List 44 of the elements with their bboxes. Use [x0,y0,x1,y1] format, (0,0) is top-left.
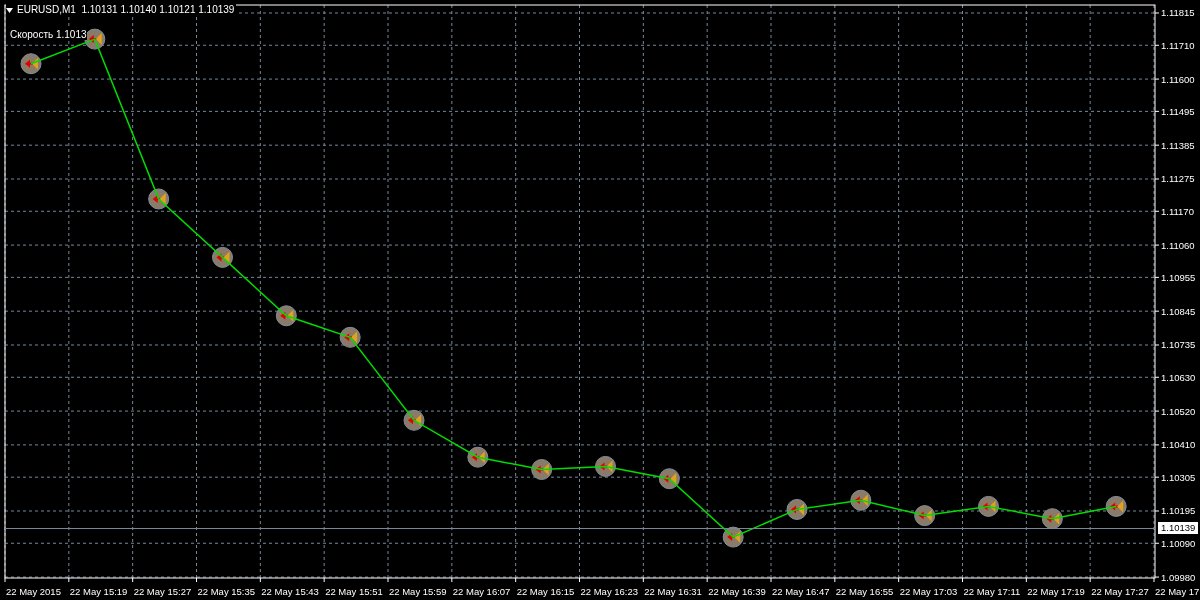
price-axis-label: 1.10630 [1161,371,1196,383]
time-axis-label: 22 May 15:43 [261,586,319,597]
time-axis-label: 22 May 16:15 [516,586,575,597]
price-axis-label: 1.11060 [1161,239,1195,251]
time-axis-label: 22 May 16:23 [580,586,639,597]
trade-signal-marker [20,53,42,75]
time-axis-label: 22 May 2015 [6,586,61,597]
trade-signal-marker [658,468,680,490]
current-price-label: 1.10139 [1158,522,1199,535]
price-axis-label: 1.10090 [1161,537,1196,549]
indicator-label: Скорость 1.1013 [10,29,87,40]
time-axis-label: 22 May 15:19 [69,586,128,597]
price-axis-label: 1.11275 [1161,173,1195,185]
time-axis-label: 22 May 15:51 [325,586,383,597]
time-axis-label: 22 May 16:47 [772,586,830,597]
time-axis-label: 22 May 17:03 [899,586,958,597]
dropdown-triangle-icon[interactable] [6,7,13,13]
time-axis-label: 22 May 17 [1155,586,1200,597]
time-axis-label: 22 May 16:31 [644,586,702,597]
price-axis-label: 1.10955 [1161,271,1196,283]
price-axis-label: 1.11600 [1161,73,1195,85]
time-axis-label: 22 May 16:07 [452,586,511,597]
price-axis-label: 1.10410 [1161,439,1196,451]
price-axis-label: 1.11815 [1161,7,1195,19]
time-axis-label: 22 May 17:11 [963,586,1021,597]
price-axis-label: 1.10735 [1161,339,1196,351]
time-axis-label: 22 May 16:39 [708,586,766,597]
time-axis-label: 22 May 15:27 [133,586,192,597]
trade-signal-marker [148,188,170,210]
price-axis-label: 1.10845 [1161,305,1196,317]
time-axis-label: 22 May 17:19 [1027,586,1085,597]
price-axis-label: 1.11710 [1161,39,1195,51]
time-axis-label: 22 May 15:35 [197,586,256,597]
time-axis-label: 22 May 16:55 [835,586,894,597]
price-axis-label: 1.10520 [1161,405,1196,417]
price-axis-label: 1.11170 [1161,205,1194,217]
price-axis-label: 1.10305 [1161,471,1196,483]
price-axis-label: 1.10195 [1161,505,1196,517]
chart-title: EURUSD,M1 1.10131 1.10140 1.10121 1.10139 [17,4,235,16]
price-axis-label: 1.11385 [1161,139,1195,151]
price-axis-label: 1.09980 [1161,571,1196,583]
time-axis-label: 22 May 15:59 [389,586,447,597]
time-axis-label: 22 May 17:27 [1091,586,1149,597]
price-axis-label: 1.11495 [1161,105,1195,117]
